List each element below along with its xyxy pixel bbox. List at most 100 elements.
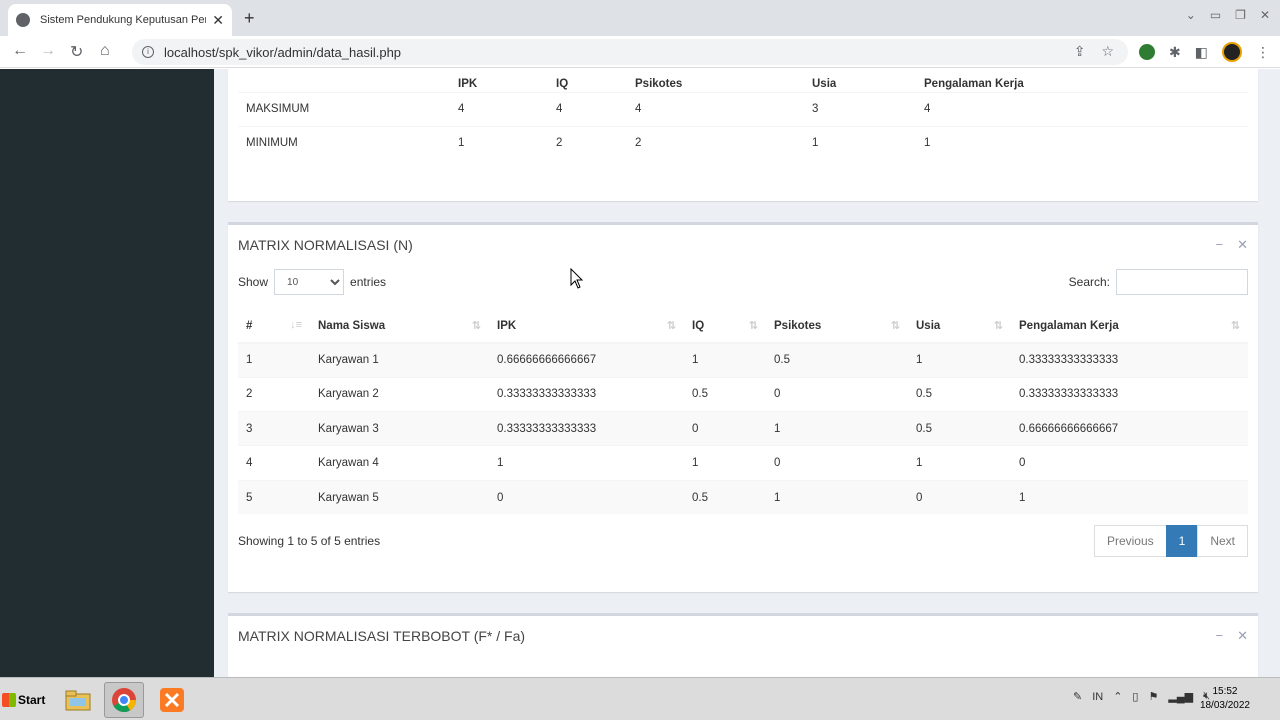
show-hidden-icons[interactable]: ⌃ [1113,690,1122,703]
address-bar[interactable]: i localhost/spk_vikor/admin/data_hasil.p… [132,39,1128,65]
xampp-icon[interactable] [152,682,192,718]
back-icon[interactable]: ← [12,42,28,60]
column-header[interactable]: Nama Siswa ⇅ [310,309,489,344]
entries-label: entries [350,275,387,289]
table-cell: 0.5 [684,479,766,515]
clock-time: 15:52 [1212,686,1238,697]
network-icon[interactable]: ▂▄▆ [1168,690,1193,703]
restore-window-icon[interactable]: ❐ [1235,8,1246,22]
chrome-icon[interactable] [104,682,144,718]
collapse-icon[interactable]: − [1216,628,1224,644]
close-window-icon[interactable]: ✕ [1260,8,1270,22]
column-header[interactable]: Usia ⇅ [908,309,1011,344]
column-header: IQ [556,77,569,90]
entries-info: Showing 1 to 5 of 5 entries [238,534,381,549]
sort-icon: ⇅ [890,320,900,332]
remove-icon[interactable]: ✕ [1237,628,1248,644]
action-center-flag-icon[interactable]: ⚑ [1148,690,1158,703]
datatable-controls: Show 10 entries Search: [228,265,1258,299]
column-header: Pengalaman Kerja [924,77,1024,90]
table-cell: 0.5 [908,376,1011,412]
table-row: MINIMUM 1 2 2 1 1 [238,125,1248,160]
share-icon[interactable]: ⇪ [1074,43,1086,60]
sort-icon: ⇅ [1230,320,1240,332]
tab-search-icon[interactable]: ⌄ [1186,8,1196,22]
table-cell: 4 [548,91,627,126]
menu-dots-icon[interactable]: ⋮ [1256,44,1270,61]
table-cell: 1 [489,445,684,481]
forward-icon[interactable]: → [40,42,56,60]
table-cell: 1 [766,479,908,515]
table-cell: 0.33333333333333 [1011,376,1248,412]
new-tab-button[interactable]: + [244,8,255,29]
column-header[interactable]: IPK ⇅ [489,309,684,344]
table-cell: 0.5 [766,342,908,378]
table-cell: 1 [908,445,1011,481]
browser-tab[interactable]: Sistem Pendukung Keputusan Pener ✕ [8,4,232,36]
system-clock[interactable]: 15:52 18/03/2022 [1200,685,1250,713]
side-panel-icon[interactable]: ◧ [1195,44,1208,61]
globe-icon [16,13,30,27]
search-area: Search: [1069,269,1248,295]
box-title: MATRIX NORMALISASI (N) [238,237,413,253]
search-input[interactable] [1116,269,1248,295]
table-cell: Karyawan 4 [310,445,489,481]
site-info-icon[interactable]: i [142,46,154,58]
sort-icon: ⇅ [666,320,676,332]
file-explorer-icon[interactable] [58,682,98,718]
collapse-icon[interactable]: − [1216,237,1224,253]
table-cell: 1 [238,342,310,378]
next-button[interactable]: Next [1197,525,1248,558]
extensions-area: ✱ ◧ ⋮ [1139,42,1270,62]
table-cell: 0.66666666666667 [1011,411,1248,446]
table-row: 1 Karyawan 1 0.66666666666667 1 0.5 1 0.… [238,342,1248,378]
column-header[interactable]: Pengalaman Kerja ⇅ [1011,309,1248,344]
page-button[interactable]: 1 [1165,525,1199,558]
table-cell: 0 [684,411,766,446]
table-cell: 4 [916,91,1248,126]
minimize-window-icon[interactable]: ▭ [1210,8,1221,22]
clock-date: 18/03/2022 [1199,700,1250,711]
sort-icon: ⇅ [993,320,1003,332]
box-header: MATRIX NORMALISASI TERBOBOT (F* / Fa) − … [228,616,1258,656]
sort-icon: ⇅ [471,320,481,332]
table-cell: 1 [804,125,916,160]
row-label: MAKSIMUM [238,91,450,126]
table-cell: 1 [450,125,548,160]
column-header: Usia [812,77,837,90]
start-button[interactable]: Start [2,686,48,714]
extension-globe-icon[interactable] [1139,44,1156,60]
main-content: IPK IQ Psikotes Usia Pengalaman Kerja MA… [214,69,1280,677]
sort-icon: ⇅ [748,320,758,332]
extensions-puzzle-icon[interactable]: ✱ [1169,44,1181,61]
pen-icon[interactable]: ✎ [1073,690,1082,703]
column-header[interactable]: Psikotes ⇅ [766,309,908,344]
table-cell: 0.33333333333333 [1011,342,1248,378]
table-cell: 4 [450,91,548,126]
profile-avatar[interactable] [1222,42,1242,62]
tab-close-icon[interactable]: ✕ [212,12,224,29]
reload-icon[interactable]: ↻ [70,42,83,62]
table-cell: 4 [627,91,804,126]
system-tray: ✎ IN ⌃ ▯ ⚑ ▂▄▆ 🔇︎ [1073,690,1210,703]
table-cell: 0 [908,479,1011,515]
home-icon[interactable]: ⌂ [100,42,110,60]
entries-select[interactable]: 10 [274,269,345,295]
table-cell: 2 [627,125,804,160]
remove-icon[interactable]: ✕ [1237,237,1248,253]
top-criteria-box: IPK IQ Psikotes Usia Pengalaman Kerja MA… [228,69,1258,201]
battery-icon[interactable]: ▯ [1132,690,1138,703]
column-header[interactable]: IQ ⇅ [684,309,766,344]
table-row: MAKSIMUM 4 4 4 3 4 [238,91,1248,126]
datatable-footer: Showing 1 to 5 of 5 entries Previous 1 N… [228,524,1258,558]
window-controls: ⌄ ▭ ❐ ✕ [1186,8,1270,22]
tab-title: Sistem Pendukung Keputusan Pener [40,14,207,26]
box-header: MATRIX NORMALISASI (N) − ✕ [228,225,1258,265]
table-cell: 2 [238,376,310,412]
language-indicator[interactable]: IN [1092,691,1103,703]
bookmark-star-icon[interactable]: ☆ [1101,43,1114,60]
column-header[interactable]: # ↓≡ [238,309,310,344]
table-cell: 0.66666666666667 [489,342,684,378]
browser-toolbar: ← → ↻ ⌂ i localhost/spk_vikor/admin/data… [0,36,1280,68]
previous-button[interactable]: Previous [1093,525,1167,558]
